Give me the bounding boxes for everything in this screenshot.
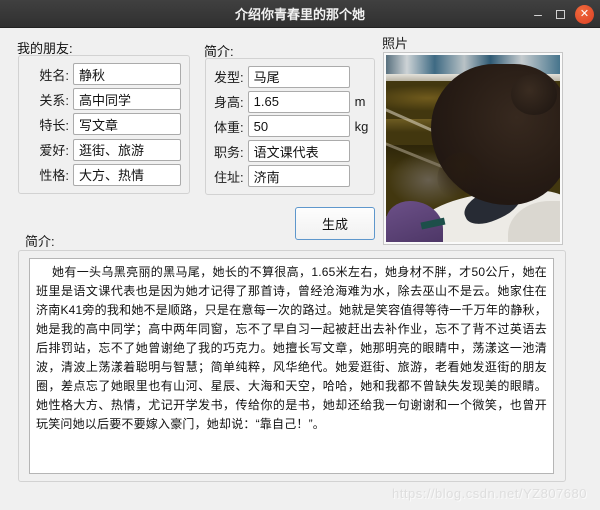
field-row-weight: 体重: kg xyxy=(214,115,369,138)
titlebar: 介绍你青春里的那个她 – ✕ xyxy=(0,0,600,28)
minimize-button-icon[interactable]: – xyxy=(530,7,546,21)
field-row-hairstyle: 发型: xyxy=(214,65,366,88)
name-input[interactable] xyxy=(73,63,181,86)
photo-hair-bun xyxy=(511,73,557,115)
profile-groupbox-title: 简介: xyxy=(204,44,234,59)
field-row-hobby: 爱好: xyxy=(27,138,181,161)
duty-input[interactable] xyxy=(247,140,350,163)
photo-label: 照片 xyxy=(382,36,409,51)
address-label: 住址: xyxy=(214,169,244,185)
field-row-height: 身高: m xyxy=(214,90,366,113)
field-row-personality: 性格: xyxy=(27,163,181,186)
weight-input[interactable] xyxy=(247,115,350,138)
photo xyxy=(386,55,560,242)
field-row-relation: 关系: xyxy=(27,88,181,111)
profile-groupbox: 简介: 发型: 身高: m 体重: kg 职务: xyxy=(204,44,375,195)
specialty-label: 特长: xyxy=(39,117,69,133)
specialty-input[interactable] xyxy=(73,113,181,136)
relation-label: 关系: xyxy=(39,92,69,108)
app-window: 介绍你青春里的那个她 – ✕ 我的朋友: 姓名: 关系: 特长: 爱好: xyxy=(0,0,600,510)
field-row-duty: 职务: xyxy=(214,140,366,163)
hobby-input[interactable] xyxy=(73,138,181,161)
window-title: 介绍你青春里的那个她 xyxy=(234,7,365,22)
friend-groupbox-title: 我的朋友: xyxy=(17,41,73,56)
close-button-icon[interactable]: ✕ xyxy=(575,4,594,24)
hairstyle-label: 发型: xyxy=(214,70,244,86)
hobby-label: 爱好: xyxy=(39,143,69,159)
hairstyle-input[interactable] xyxy=(247,65,350,88)
height-label: 身高: xyxy=(214,95,244,111)
weight-unit: kg xyxy=(354,118,369,134)
height-input[interactable] xyxy=(247,90,350,113)
duty-label: 职务: xyxy=(214,144,244,160)
height-unit: m xyxy=(354,94,366,110)
summary-label: 简介: xyxy=(25,234,55,249)
summary-textedit[interactable]: 她有一头乌黑亮丽的黑马尾，她长的不算很高，1.65米左右，她身材不胖，才50公斤… xyxy=(29,258,554,474)
summary-text: 她有一头乌黑亮丽的黑马尾，她长的不算很高，1.65米左右，她身材不胖，才50公斤… xyxy=(36,265,547,431)
weight-label: 体重: xyxy=(214,119,244,135)
address-input[interactable] xyxy=(247,165,350,188)
personality-input[interactable] xyxy=(73,163,181,186)
summary-groupbox: 她有一头乌黑亮丽的黑马尾，她长的不算很高，1.65米左右，她身材不胖，才50公斤… xyxy=(18,250,566,482)
generate-button[interactable]: 生成 xyxy=(295,207,375,240)
field-row-name: 姓名: xyxy=(27,63,181,86)
maximize-button-icon[interactable] xyxy=(556,9,565,19)
name-label: 姓名: xyxy=(39,67,69,83)
personality-label: 性格: xyxy=(39,168,69,184)
friend-groupbox: 我的朋友: 姓名: 关系: 特长: 爱好: 性格: xyxy=(17,41,190,194)
relation-input[interactable] xyxy=(73,88,181,111)
window-controls: – ✕ xyxy=(530,0,594,28)
photo-frame xyxy=(383,52,563,245)
field-row-specialty: 特长: xyxy=(27,113,181,136)
field-row-address: 住址: xyxy=(214,165,366,188)
watermark-text: https://blog.csdn.net/YZ807680 xyxy=(392,486,587,501)
